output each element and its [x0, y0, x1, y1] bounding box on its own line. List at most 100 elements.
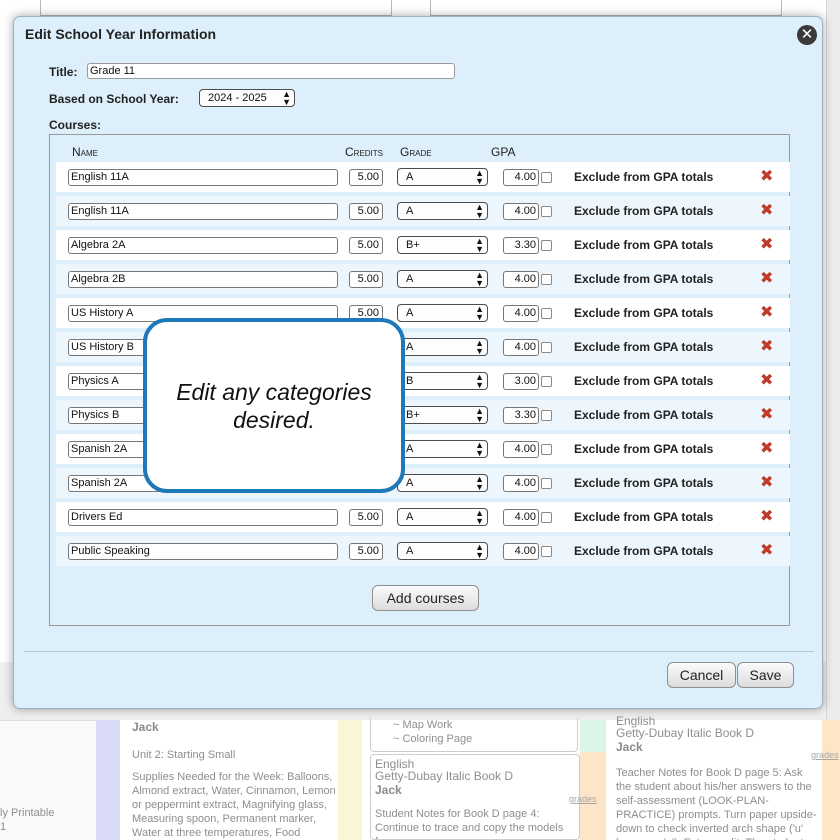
gpa-input[interactable]: 4.00: [503, 543, 539, 560]
credits-input[interactable]: 5.00: [349, 509, 383, 526]
grade-value: A: [406, 477, 414, 489]
delete-course-icon[interactable]: ✖: [760, 506, 773, 526]
bg-grades-link[interactable]: grades: [569, 794, 597, 804]
course-row: Public Speaking 5.00 A ▲ ▼ 4.00 Exclude from G…: [56, 536, 790, 566]
gpa-input[interactable]: 4.00: [503, 169, 539, 186]
delete-course-icon[interactable]: ✖: [760, 404, 773, 424]
exclude-gpa-checkbox[interactable]: [541, 206, 552, 217]
delete-course-icon[interactable]: ✖: [760, 200, 773, 220]
exclude-gpa-checkbox[interactable]: [541, 172, 552, 183]
grade-value: A: [406, 273, 414, 285]
grade-select[interactable]: B+ ▲ ▼: [397, 236, 488, 254]
exclude-gpa-checkbox[interactable]: [541, 478, 552, 489]
exclude-gpa-checkbox[interactable]: [541, 512, 552, 523]
close-icon[interactable]: ✕: [797, 25, 817, 45]
gpa-input[interactable]: 4.00: [503, 271, 539, 288]
bg-card-student: Jack: [375, 783, 402, 797]
grade-select[interactable]: A ▲ ▼: [397, 304, 488, 322]
course-row: Algebra 2B 5.00 A ▲ ▼ 4.00 Exclude from GPA to…: [56, 264, 790, 294]
credits-input[interactable]: 5.00: [349, 237, 383, 254]
delete-course-icon[interactable]: ✖: [760, 234, 773, 254]
gpa-input[interactable]: 4.00: [503, 203, 539, 220]
bg-card-unit: Unit 2: Starting Small: [132, 749, 236, 761]
gpa-input[interactable]: 4.00: [503, 475, 539, 492]
gpa-input[interactable]: 4.00: [503, 339, 539, 356]
grade-select[interactable]: B+ ▲ ▼: [397, 406, 488, 424]
credits-input[interactable]: 5.00: [349, 203, 383, 220]
grade-select[interactable]: A ▲ ▼: [397, 542, 488, 560]
column-header-name: Name: [72, 145, 99, 159]
column-header-credits: Credits: [345, 145, 384, 159]
title-input[interactable]: Grade 11: [87, 63, 455, 79]
grade-select[interactable]: A ▲ ▼: [397, 270, 488, 288]
delete-course-icon[interactable]: ✖: [760, 472, 773, 492]
exclude-gpa-checkbox[interactable]: [541, 274, 552, 285]
course-name-input[interactable]: English 11A: [68, 203, 338, 220]
bg-list-item: ~ Coloring Page: [393, 733, 473, 745]
delete-course-icon[interactable]: ✖: [760, 540, 773, 560]
exclude-gpa-label: Exclude from GPA totals: [574, 374, 714, 388]
school-year-select[interactable]: 2024 - 2025 ▲ ▼: [199, 89, 295, 107]
grade-select[interactable]: A ▲ ▼: [397, 474, 488, 492]
grade-value: A: [406, 545, 414, 557]
exclude-gpa-checkbox[interactable]: [541, 240, 552, 251]
course-row: Drivers Ed 5.00 A ▲ ▼ 4.00 Exclude from GPA to…: [56, 502, 790, 532]
grade-value: A: [406, 443, 414, 455]
course-name-input[interactable]: Drivers Ed: [68, 509, 338, 526]
add-courses-button[interactable]: Add courses: [372, 585, 479, 611]
bg-top-panel-right: [430, 0, 782, 16]
delete-course-icon[interactable]: ✖: [760, 438, 773, 458]
select-arrows-icon: ▲ ▼: [475, 270, 484, 288]
page-scrollbar[interactable]: [826, 0, 840, 840]
gpa-input[interactable]: 4.00: [503, 441, 539, 458]
course-name-input[interactable]: Algebra 2A: [68, 237, 338, 254]
bg-left-card: ly Printable 1: [0, 806, 94, 834]
select-arrows-icon: ▲ ▼: [475, 168, 484, 186]
exclude-gpa-checkbox[interactable]: [541, 308, 552, 319]
exclude-gpa-label: Exclude from GPA totals: [574, 238, 714, 252]
gpa-input[interactable]: 4.00: [503, 509, 539, 526]
course-row: Algebra 2A 5.00 B+ ▲ ▼ 3.30 Exclude from GPA t…: [56, 230, 790, 260]
select-arrows-icon: ▲ ▼: [475, 202, 484, 220]
grade-select[interactable]: A ▲ ▼: [397, 168, 488, 186]
gpa-input[interactable]: 3.30: [503, 407, 539, 424]
exclude-gpa-checkbox[interactable]: [541, 546, 552, 557]
grade-select[interactable]: A ▲ ▼: [397, 338, 488, 356]
gpa-input[interactable]: 3.30: [503, 237, 539, 254]
cancel-button[interactable]: Cancel: [667, 662, 736, 688]
course-name-input[interactable]: Algebra 2B: [68, 271, 338, 288]
exclude-gpa-checkbox[interactable]: [541, 410, 552, 421]
gpa-input[interactable]: 3.00: [503, 373, 539, 390]
bg-card-notes: Supplies Needed for the Week: Balloons, …: [132, 771, 336, 839]
grade-select[interactable]: A ▲ ▼: [397, 508, 488, 526]
delete-course-icon[interactable]: ✖: [760, 268, 773, 288]
gpa-input[interactable]: 4.00: [503, 305, 539, 322]
bg-card-science: Jack Unit 2: Starting Small Supplies Nee…: [132, 720, 336, 840]
delete-course-icon[interactable]: ✖: [760, 166, 773, 186]
delete-course-icon[interactable]: ✖: [760, 336, 773, 356]
exclude-gpa-label: Exclude from GPA totals: [574, 204, 714, 218]
exclude-gpa-checkbox[interactable]: [541, 444, 552, 455]
edit-school-year-dialog: Edit School Year Information ✕ Title: Gr…: [13, 16, 823, 709]
credits-input[interactable]: 5.00: [349, 169, 383, 186]
delete-course-icon[interactable]: ✖: [760, 302, 773, 322]
grade-select[interactable]: A ▲ ▼: [397, 440, 488, 458]
select-arrows-icon: ▲ ▼: [475, 236, 484, 254]
bg-grades-link[interactable]: grades: [811, 750, 839, 760]
exclude-gpa-checkbox[interactable]: [541, 342, 552, 353]
exclude-gpa-label: Exclude from GPA totals: [574, 306, 714, 320]
course-name-input[interactable]: English 11A: [68, 169, 338, 186]
credits-input[interactable]: 5.00: [349, 543, 383, 560]
credits-input[interactable]: 5.00: [349, 271, 383, 288]
grade-value: B: [406, 375, 414, 387]
grade-select[interactable]: B ▲ ▼: [397, 372, 488, 390]
courses-label: Courses:: [49, 118, 102, 132]
grade-value: B+: [406, 409, 420, 421]
dialog-separator: [24, 651, 814, 652]
save-button[interactable]: Save: [737, 662, 794, 688]
exclude-gpa-checkbox[interactable]: [541, 376, 552, 387]
course-name-input[interactable]: Public Speaking: [68, 543, 338, 560]
grade-value: A: [406, 171, 414, 183]
delete-course-icon[interactable]: ✖: [760, 370, 773, 390]
grade-select[interactable]: A ▲ ▼: [397, 202, 488, 220]
